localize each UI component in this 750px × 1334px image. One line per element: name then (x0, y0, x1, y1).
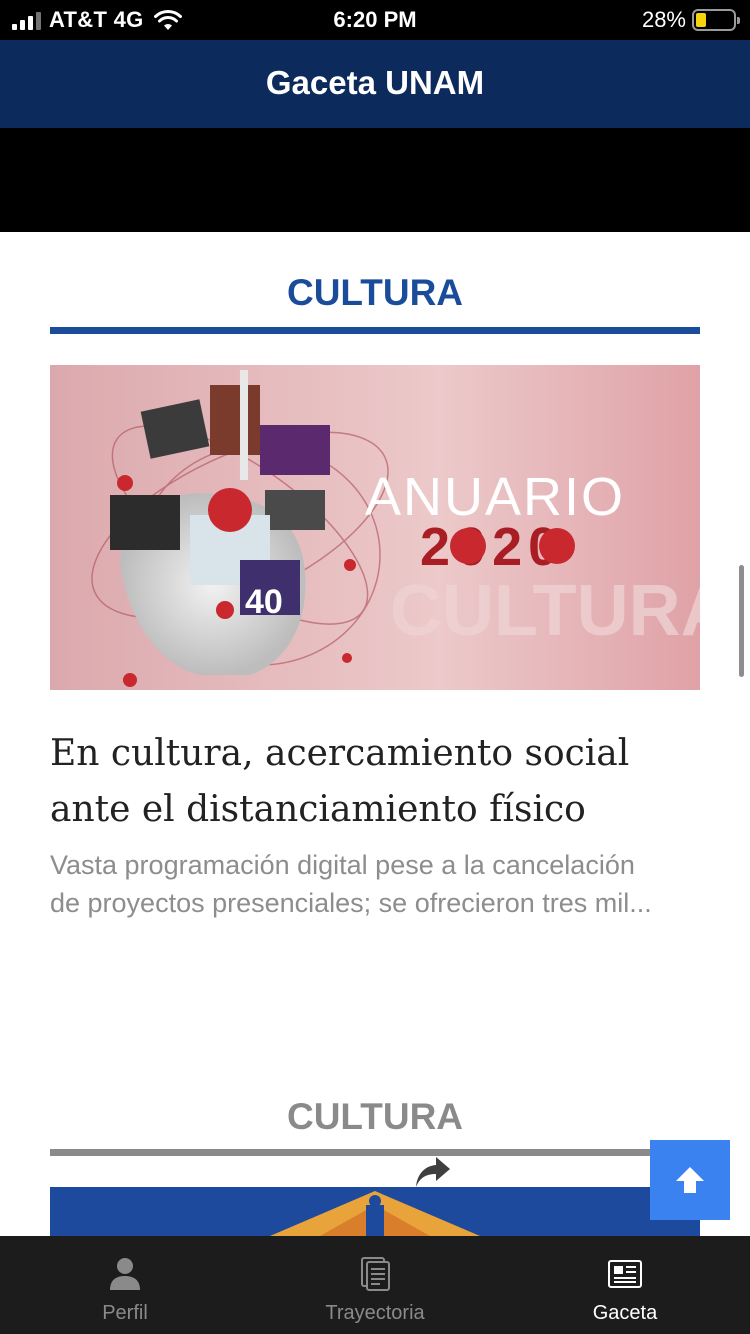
article-image[interactable]: ANUARIO 2020 CULTURA 40 (50, 365, 700, 690)
tab-perfil[interactable]: Perfil (0, 1236, 250, 1334)
next-article-image[interactable] (50, 1187, 700, 1236)
arrow-up-icon (676, 1167, 704, 1193)
tab-bar: Perfil Trayectoria Gaceta (0, 1236, 750, 1334)
cover-badge: 40 (245, 583, 283, 621)
section-divider (50, 327, 700, 334)
person-icon (110, 1258, 140, 1290)
status-right: 28% (641, 7, 740, 33)
newspaper-icon (608, 1260, 642, 1288)
page-title: Gaceta UNAM (265, 64, 485, 101)
scrollbar[interactable] (739, 565, 744, 677)
tab-trayectoria[interactable]: Trayectoria (250, 1236, 500, 1334)
tab-label: Perfil (102, 1302, 148, 1324)
app-header: Gaceta UNAM (0, 40, 750, 128)
battery-level-fill (696, 13, 706, 27)
share-icon[interactable] (414, 1155, 452, 1189)
document-icon (361, 1257, 390, 1291)
cover-text-cultura: CULTURA (390, 571, 700, 651)
section-title[interactable]: CULTURA (50, 272, 700, 314)
tab-label: Gaceta (592, 1302, 658, 1324)
status-bar: AT&T 4G 6:20 PM 28% (0, 0, 750, 40)
section-divider-next (50, 1149, 700, 1156)
scroll-to-top-button[interactable] (650, 1140, 730, 1220)
battery-icon (692, 9, 740, 31)
battery-percent: 28% (641, 7, 686, 32)
section-title-next[interactable]: CULTURA (50, 1096, 700, 1138)
media-banner-area (0, 128, 750, 232)
tab-gaceta[interactable]: Gaceta (500, 1236, 750, 1334)
anuario-cover-illustration: ANUARIO 2020 CULTURA 40 (91, 370, 700, 687)
article-headline[interactable]: En cultura, acercamiento social ante el … (50, 726, 710, 838)
next-article-graphic (270, 1191, 480, 1236)
tab-label: Trayectoria (325, 1302, 425, 1324)
clock: 6:20 PM (333, 7, 417, 32)
article-excerpt[interactable]: Vasta programación digital pese a la can… (50, 846, 670, 922)
